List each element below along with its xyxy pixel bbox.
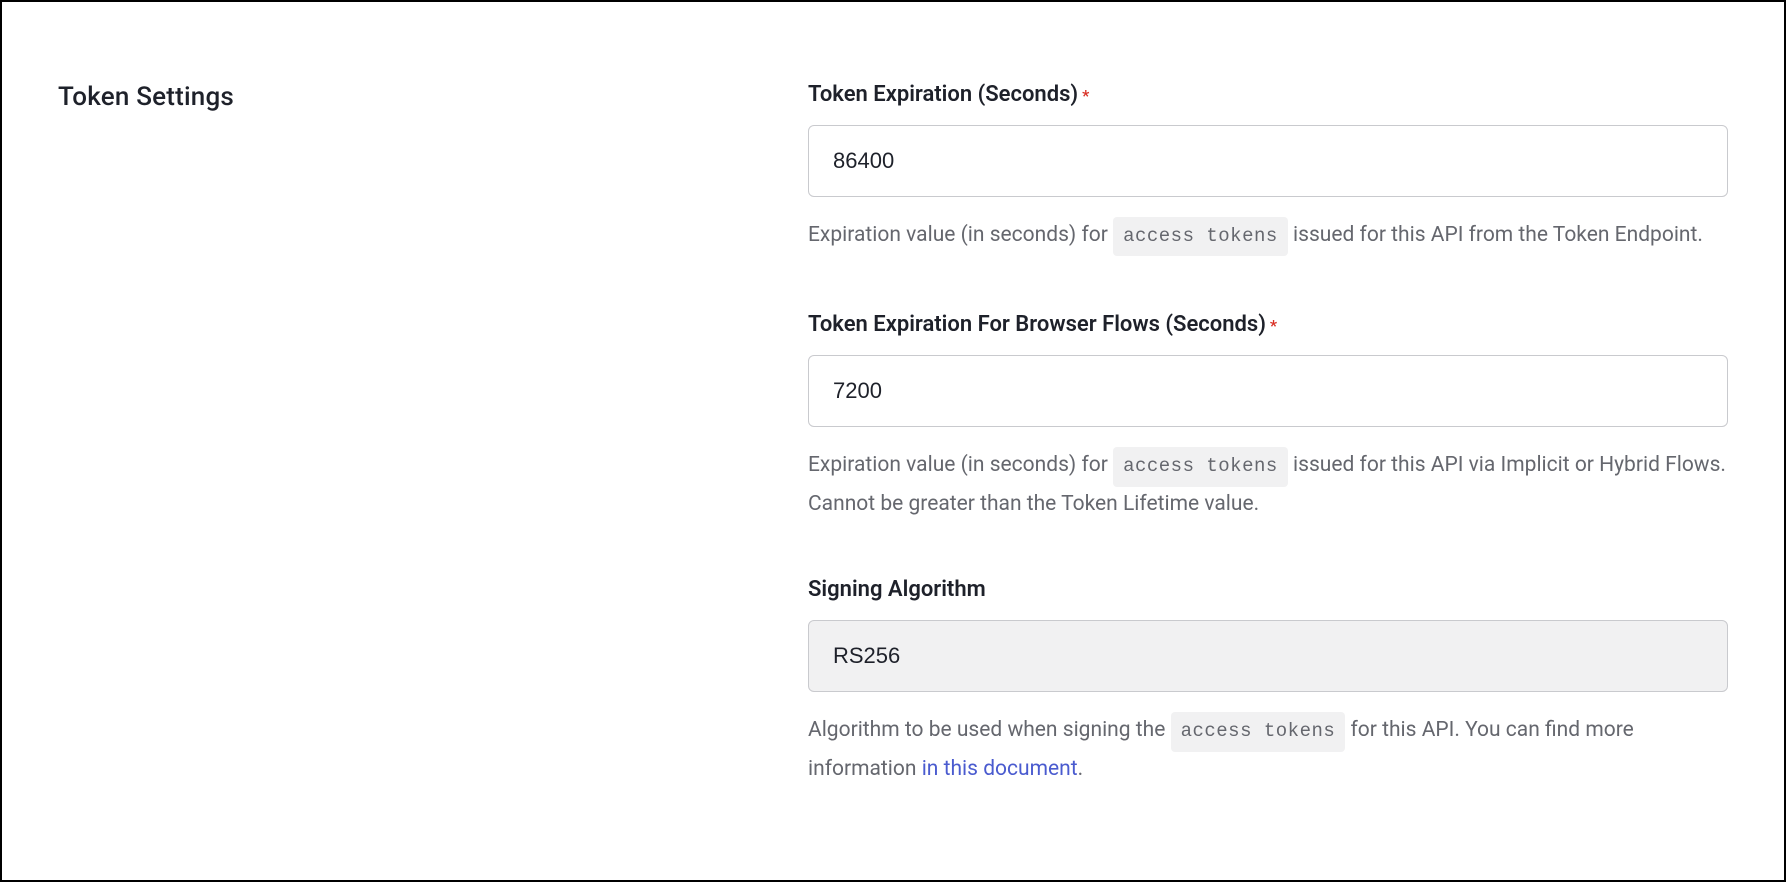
label-token-expiration-browser: Token Expiration For Browser Flows (Seco…: [808, 316, 1277, 335]
label-signing-algorithm: Signing Algorithm: [808, 581, 986, 600]
token-settings-panel: Token Settings Token Expiration (Seconds…: [0, 0, 1786, 882]
token-expiration-input[interactable]: [808, 125, 1728, 197]
required-asterisk: *: [1082, 86, 1089, 105]
required-asterisk: *: [1270, 316, 1277, 335]
help-text-prefix: Expiration value (in seconds) for: [808, 453, 1113, 477]
field-signing-algorithm: Signing Algorithm Algorithm to be used w…: [808, 577, 1728, 786]
field-token-expiration: Token Expiration (Seconds)* Expiration v…: [808, 82, 1728, 256]
code-chip-access-tokens: access tokens: [1113, 447, 1288, 486]
token-expiration-browser-input[interactable]: [808, 355, 1728, 427]
label-text: Token Expiration For Browser Flows (Seco…: [808, 312, 1266, 337]
help-text-prefix: Algorithm to be used when signing the: [808, 718, 1171, 742]
help-token-expiration: Expiration value (in seconds) for access…: [808, 217, 1728, 256]
help-signing-algorithm: Algorithm to be used when signing the ac…: [808, 712, 1728, 786]
section-label-column: Token Settings: [58, 82, 808, 820]
docs-link[interactable]: in this document: [922, 757, 1078, 781]
help-token-expiration-browser: Expiration value (in seconds) for access…: [808, 447, 1728, 521]
section-heading: Token Settings: [58, 82, 768, 112]
code-chip-access-tokens: access tokens: [1171, 712, 1346, 751]
label-token-expiration: Token Expiration (Seconds)*: [808, 86, 1089, 105]
help-text-prefix: Expiration value (in seconds) for: [808, 223, 1113, 247]
field-token-expiration-browser: Token Expiration For Browser Flows (Seco…: [808, 312, 1728, 521]
help-text-suffix: .: [1078, 757, 1084, 781]
label-text: Token Expiration (Seconds): [808, 82, 1078, 107]
fields-column: Token Expiration (Seconds)* Expiration v…: [808, 82, 1728, 820]
code-chip-access-tokens: access tokens: [1113, 217, 1288, 256]
help-text-suffix: issued for this API from the Token Endpo…: [1288, 223, 1703, 247]
signing-algorithm-input: [808, 620, 1728, 692]
label-text: Signing Algorithm: [808, 577, 986, 602]
